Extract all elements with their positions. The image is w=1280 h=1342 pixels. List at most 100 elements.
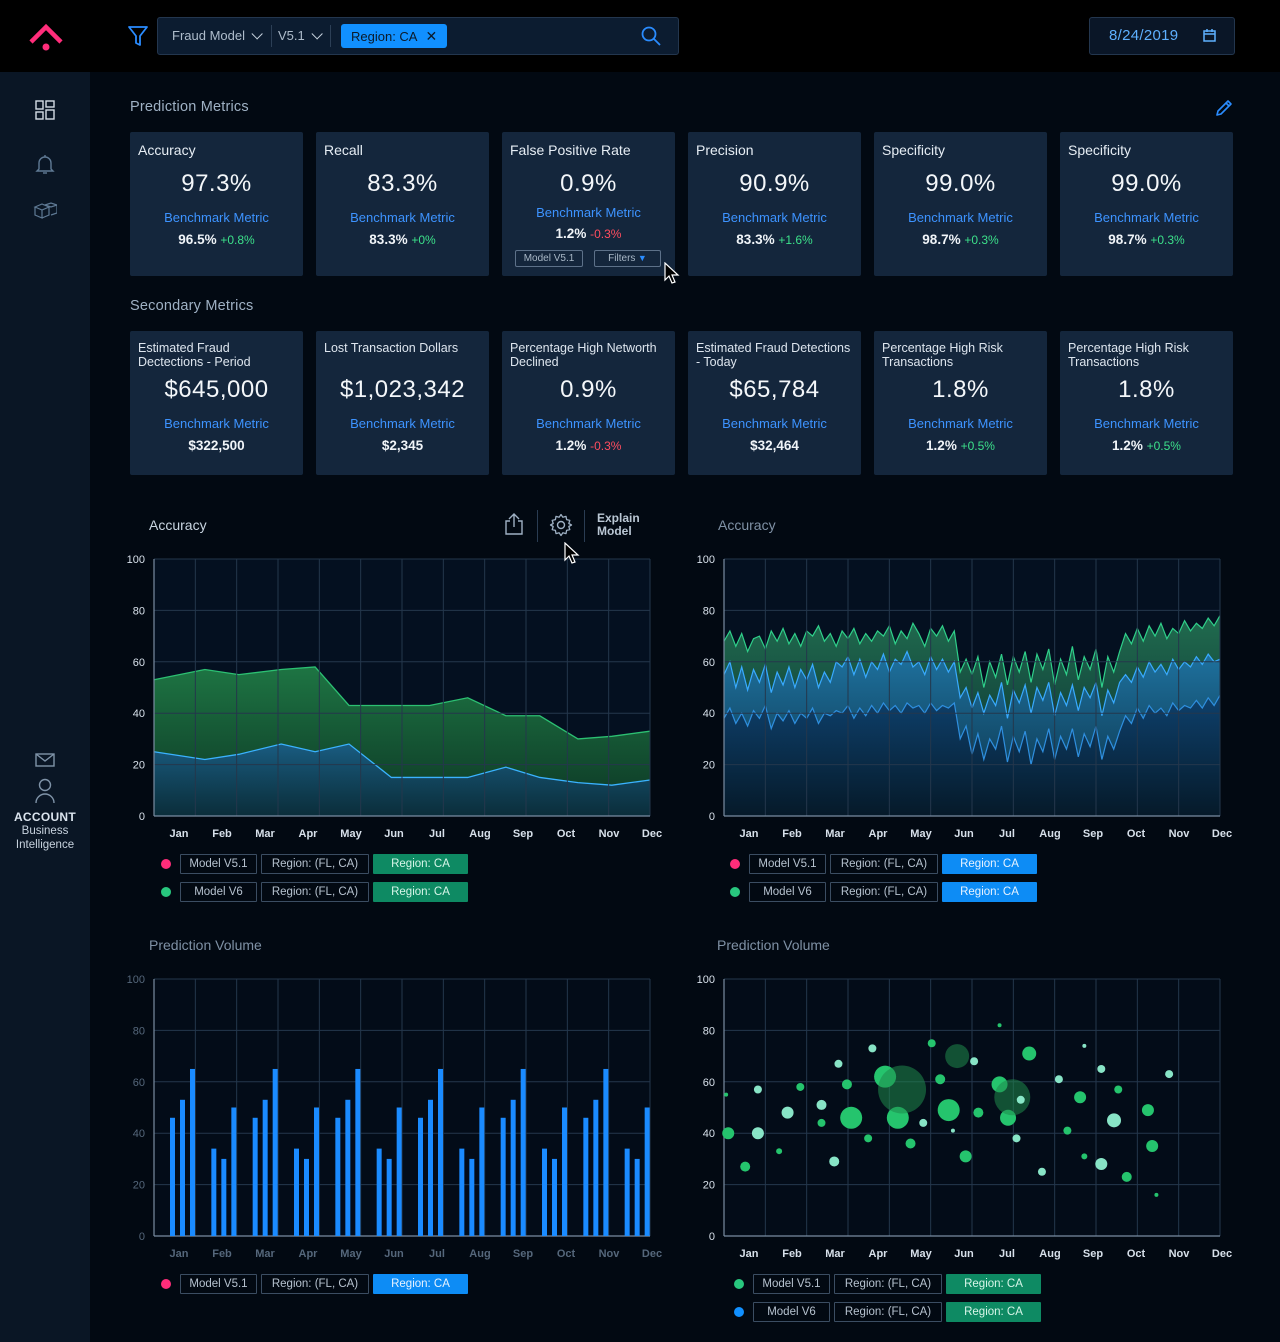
x-tick-label: Feb xyxy=(782,828,802,840)
legend-region-ca[interactable]: Region: CA xyxy=(942,882,1037,902)
legend-model[interactable]: Model V5.1 xyxy=(180,854,257,874)
filters-button[interactable]: Filters ▼ xyxy=(594,250,661,267)
y-tick-label: 0 xyxy=(139,811,145,823)
share-icon[interactable] xyxy=(502,512,526,536)
benchmark-label: Benchmark Metric xyxy=(908,210,1013,225)
legend-model[interactable]: Model V6 xyxy=(180,882,257,902)
scatter-point xyxy=(1022,1046,1037,1061)
legend-model[interactable]: Model V5.1 xyxy=(753,1274,830,1294)
date-picker[interactable]: 8/24/2019 xyxy=(1089,17,1235,55)
benchmark-delta: -0.3% xyxy=(590,439,622,453)
legend-model[interactable]: Model V5.1 xyxy=(749,854,826,874)
secondary-metric-card[interactable]: Estimated Fraud Dectections - Period $645… xyxy=(130,331,303,475)
legend-model[interactable]: Model V5.1 xyxy=(180,1274,257,1294)
scatter-point xyxy=(937,1099,960,1122)
metric-card[interactable]: False Positive Rate 0.9% Benchmark Metric 1… xyxy=(502,132,675,276)
legend-region-ca[interactable]: Region: CA xyxy=(946,1274,1041,1294)
scatter-point xyxy=(1146,1140,1159,1153)
x-tick-label: May xyxy=(910,1248,932,1260)
edit-icon[interactable] xyxy=(1213,97,1235,119)
legend-region-ca[interactable]: Region: CA xyxy=(942,854,1037,874)
legend-region-fl-ca[interactable]: Region: (FL, CA) xyxy=(830,854,938,874)
legend-region-fl-ca[interactable]: Region: (FL, CA) xyxy=(261,854,369,874)
y-tick-label: 100 xyxy=(127,554,145,566)
accuracy-area-chart: 0 20 40 60 80 100 Jan Feb Mar Apr May Jun Jul Aug Sep O… xyxy=(127,554,662,840)
explain-model-button[interactable]: Explain Model xyxy=(597,512,640,538)
scatter-point xyxy=(927,1039,936,1048)
legend-region-fl-ca[interactable]: Region: (FL, CA) xyxy=(834,1274,942,1294)
metric-card[interactable]: Recall 83.3% Benchmark Metric 83.3% +0% xyxy=(316,132,489,276)
metric-card[interactable]: Specificity 99.0% Benchmark Metric 98.7% +0… xyxy=(1060,132,1233,276)
dashboard-icon[interactable] xyxy=(33,98,57,122)
secondary-metric-card[interactable]: Percentage High Networth Declined 0.9% Ben… xyxy=(502,331,675,475)
search-icon[interactable] xyxy=(640,25,662,47)
scatter-point xyxy=(1141,1104,1154,1117)
legend-row: Model V6 Region: (FL, CA) Region: CA xyxy=(730,882,1050,902)
x-tick-label: May xyxy=(340,828,362,840)
model-tag[interactable]: Model V5.1 xyxy=(515,250,583,267)
legend-row: Model V5.1 Region: (FL, CA) Region: CA xyxy=(730,854,1050,874)
benchmark-value-row: 1.2% -0.3% xyxy=(502,226,675,241)
filter-chip-region[interactable]: Region: CA ✕ xyxy=(341,24,448,48)
gear-icon[interactable] xyxy=(549,513,573,537)
scatter-point xyxy=(776,1148,783,1155)
x-tick-label: May xyxy=(340,1248,362,1260)
secondary-metric-card[interactable]: Percentage High Risk Transactions 1.8% Ben… xyxy=(874,331,1047,475)
filter-icon[interactable] xyxy=(127,24,149,48)
legend-region-fl-ca[interactable]: Region: (FL, CA) xyxy=(834,1302,942,1322)
metric-card[interactable]: Accuracy 97.3% Benchmark Metric 96.5% +0.8% xyxy=(130,132,303,276)
cube-icon[interactable] xyxy=(33,199,57,223)
x-tick-label: Jun xyxy=(954,1248,974,1260)
x-tick-label: Mar xyxy=(825,828,845,840)
bar xyxy=(355,1068,361,1236)
metric-card[interactable]: Specificity 99.0% Benchmark Metric 98.7% +0… xyxy=(874,132,1047,276)
metric-card[interactable]: Precision 90.9% Benchmark Metric 83.3% +1.6… xyxy=(688,132,861,276)
section-title-secondary-metrics: Secondary Metrics xyxy=(130,298,254,314)
legend-region-ca[interactable]: Region: CA xyxy=(946,1302,1041,1322)
bar xyxy=(376,1148,382,1236)
legend-region-fl-ca[interactable]: Region: (FL, CA) xyxy=(830,882,938,902)
user-icon[interactable] xyxy=(34,778,56,804)
metric-title: Precision xyxy=(696,142,754,158)
bar xyxy=(221,1158,227,1236)
search-filter-bar[interactable]: Fraud Model V5.1 Region: CA ✕ xyxy=(157,17,679,55)
bar xyxy=(396,1107,402,1236)
bell-icon[interactable] xyxy=(33,152,57,176)
legend-region-ca[interactable]: Region: CA xyxy=(373,1274,468,1294)
close-icon[interactable]: ✕ xyxy=(425,28,437,44)
bar xyxy=(345,1099,351,1236)
legend-region-fl-ca[interactable]: Region: (FL, CA) xyxy=(261,1274,369,1294)
scatter-point xyxy=(1097,1064,1106,1073)
secondary-metric-card[interactable]: Lost Transaction Dollars $1,023,342 Benchm… xyxy=(316,331,489,475)
x-tick-label: Dec xyxy=(642,1248,662,1260)
chart-title-prediction-volume: Prediction Volume xyxy=(149,937,262,953)
legend-model[interactable]: Model V6 xyxy=(753,1302,830,1322)
legend-region-fl-ca[interactable]: Region: (FL, CA) xyxy=(261,882,369,902)
x-tick-label: Feb xyxy=(212,1248,232,1260)
bar xyxy=(428,1099,433,1236)
scatter-point xyxy=(1012,1134,1021,1143)
benchmark-delta: +0.8% xyxy=(220,233,255,247)
chevron-down-icon xyxy=(311,28,323,40)
benchmark-value-row: 83.3% +1.6% xyxy=(688,232,861,247)
benchmark-delta: +0.5% xyxy=(1146,439,1181,453)
version-select[interactable]: V5.1 xyxy=(278,18,323,54)
legend-region-ca[interactable]: Region: CA xyxy=(373,854,468,874)
legend-region-ca[interactable]: Region: CA xyxy=(373,882,468,902)
prediction-volume-bar-chart: 0 20 40 60 80 100 Jan Feb Mar Apr May Jun Jul Aug Sep O… xyxy=(127,974,662,1260)
legend-row: Model V6 Region: (FL, CA) Region: CA xyxy=(161,882,481,902)
mail-icon[interactable] xyxy=(35,752,55,768)
account-section[interactable]: ACCOUNT Business Intelligence xyxy=(0,752,90,852)
model-select[interactable]: Fraud Model xyxy=(172,18,263,54)
benchmark-value: 1.2% xyxy=(555,226,587,241)
legend-model[interactable]: Model V6 xyxy=(749,882,826,902)
logo-icon[interactable] xyxy=(26,20,66,54)
metric-value: 1.8% xyxy=(932,376,989,403)
legend-dot-icon xyxy=(734,1307,744,1317)
y-tick-label: 40 xyxy=(703,1128,715,1140)
y-tick-label: 80 xyxy=(133,1025,145,1037)
secondary-metric-card[interactable]: Estimated Fraud Detections - Today $65,78… xyxy=(688,331,861,475)
secondary-metric-card[interactable]: Percentage High Risk Transactions 1.8% Ben… xyxy=(1060,331,1233,475)
x-tick-label: Nov xyxy=(599,1248,621,1260)
benchmark-value: 1.2% xyxy=(555,438,587,453)
